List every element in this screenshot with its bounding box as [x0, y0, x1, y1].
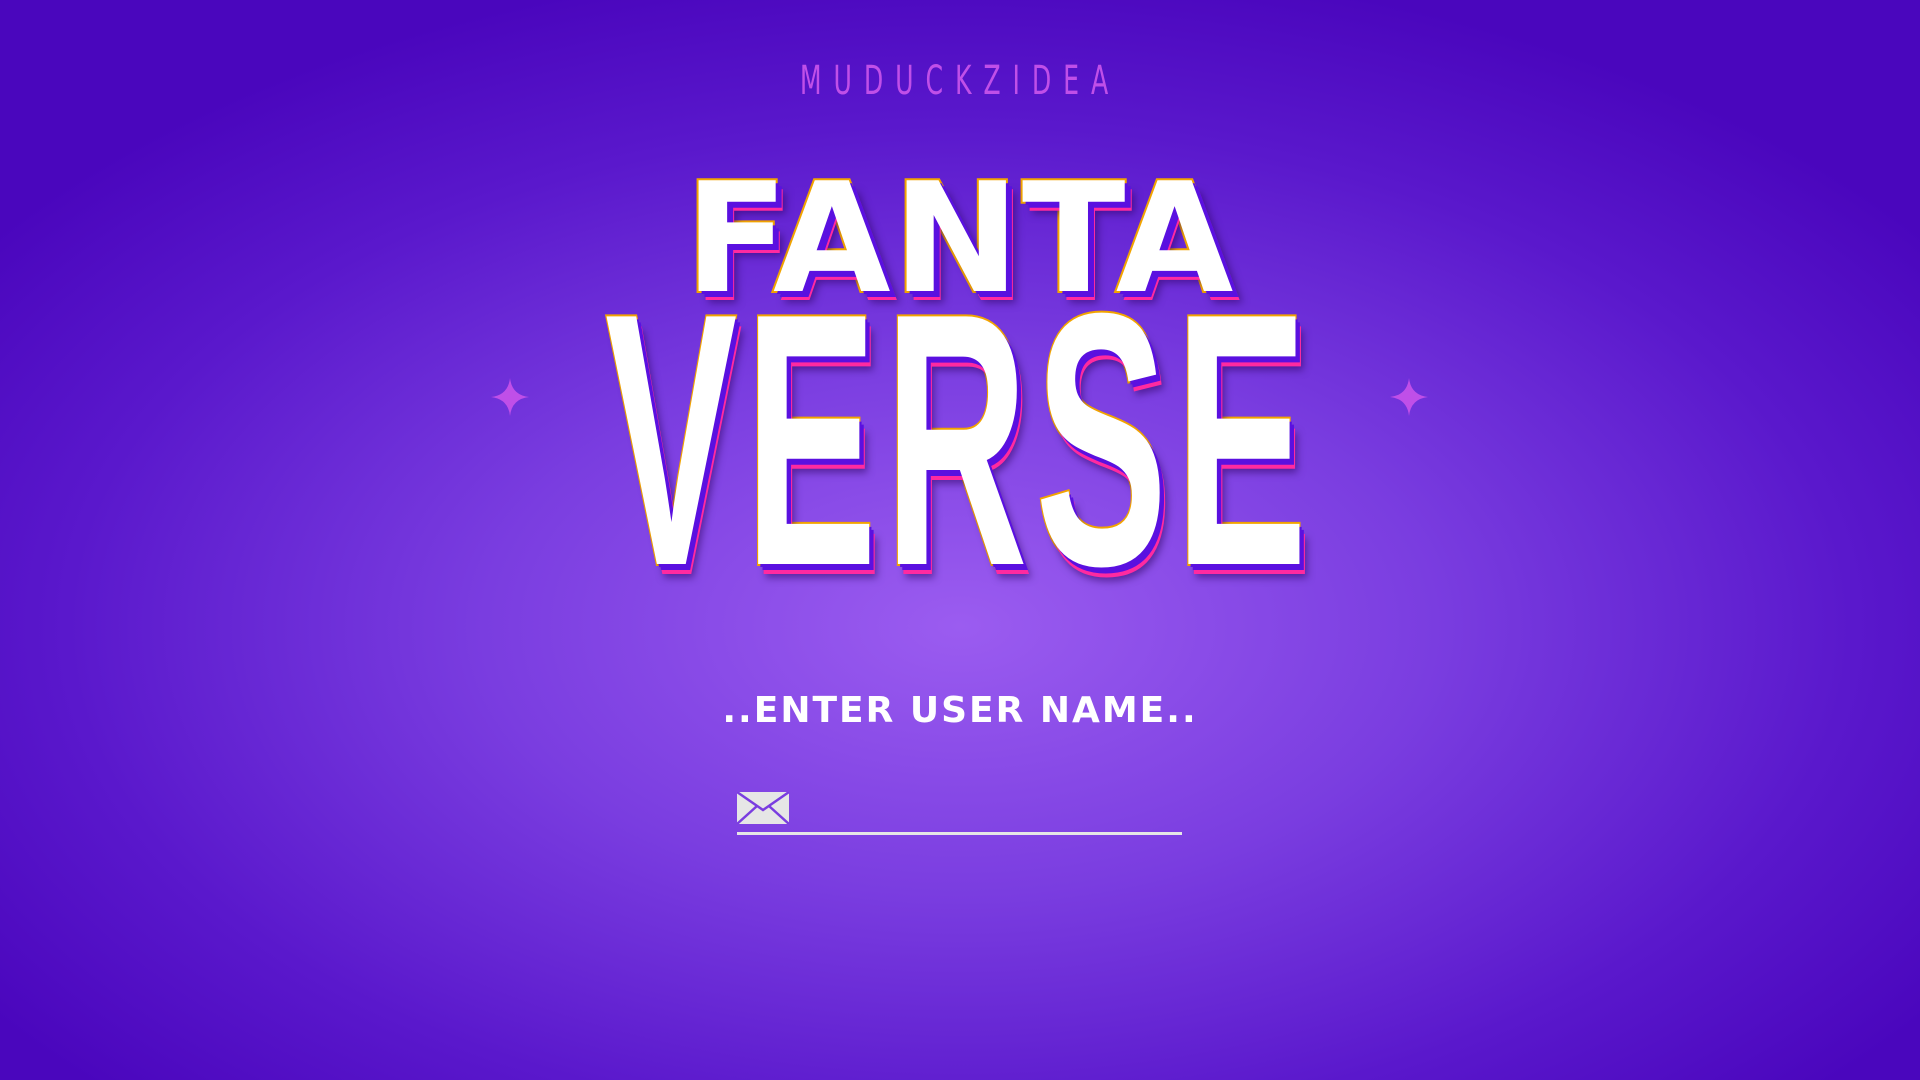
username-input[interactable]	[803, 792, 1177, 828]
username-label: ..ENTER USER NAME..	[722, 690, 1198, 731]
envelope-icon	[737, 792, 789, 824]
brand-logo-text: MUDUCKZIDEA	[799, 58, 1121, 104]
username-field[interactable]	[737, 788, 1182, 835]
sparkle-icon	[491, 378, 529, 416]
title-verse: VERSE	[604, 239, 1315, 641]
sparkle-icon	[1390, 378, 1428, 416]
